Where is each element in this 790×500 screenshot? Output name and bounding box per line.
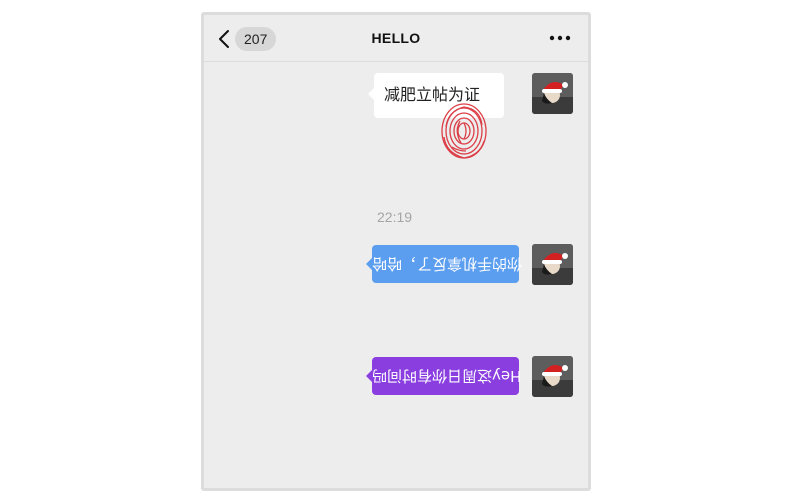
message-text: Hey这周日你有时间吗 (372, 367, 522, 385)
chat-window: 207 HELLO 减肥立帖为证 22:19 你的手机拿反了，哈哈 Hey这周日… (201, 12, 591, 491)
message-text: 你的手机拿反了，哈哈 (372, 255, 523, 273)
avatar[interactable] (532, 73, 573, 114)
message-bubble[interactable]: Hey这周日你有时间吗 (366, 357, 522, 395)
message-bubble[interactable]: 你的手机拿反了，哈哈 (366, 245, 523, 283)
avatar[interactable] (532, 356, 573, 397)
santa-hat-avatar-icon (532, 356, 573, 397)
avatar[interactable] (532, 244, 573, 285)
message-timestamp: 22:19 (377, 209, 413, 225)
chat-header: 207 HELLO (204, 15, 588, 62)
more-button[interactable] (548, 28, 572, 48)
fingerprint-stamp (441, 103, 487, 159)
santa-hat-avatar-icon (532, 244, 573, 285)
more-dots-icon (549, 35, 571, 41)
santa-hat-avatar-icon (532, 73, 573, 114)
chat-title: HELLO (371, 30, 421, 46)
